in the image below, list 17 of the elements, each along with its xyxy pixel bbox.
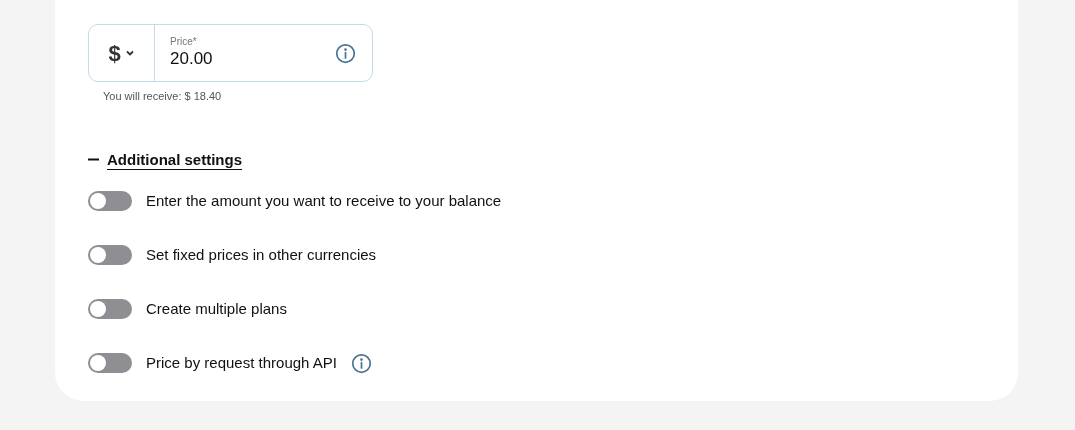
chevron-down-icon: [124, 49, 135, 57]
price-field[interactable]: $ Price* 20.00: [88, 24, 373, 82]
currency-dropdown[interactable]: $: [89, 25, 155, 81]
toggle-switch[interactable]: [88, 299, 132, 319]
option-label: Set fixed prices in other currencies: [146, 244, 377, 265]
price-value: 20.00: [170, 48, 214, 70]
info-icon[interactable]: [335, 42, 356, 64]
info-icon[interactable]: [350, 352, 372, 374]
toggle-switch[interactable]: [88, 245, 132, 265]
field-label: Price*: [170, 36, 198, 48]
option-label: Price by request through API: [146, 352, 337, 373]
toggle-switch[interactable]: [88, 353, 132, 373]
toggle-switch[interactable]: [88, 191, 132, 211]
additional-settings-toggle[interactable]: Additional settings: [88, 148, 242, 171]
option-label: Enter the amount you want to receive to your balance: [146, 190, 502, 211]
option-label: Create multiple plans: [146, 298, 287, 319]
receive-hint: You will receive: $ 18.40: [103, 89, 222, 104]
